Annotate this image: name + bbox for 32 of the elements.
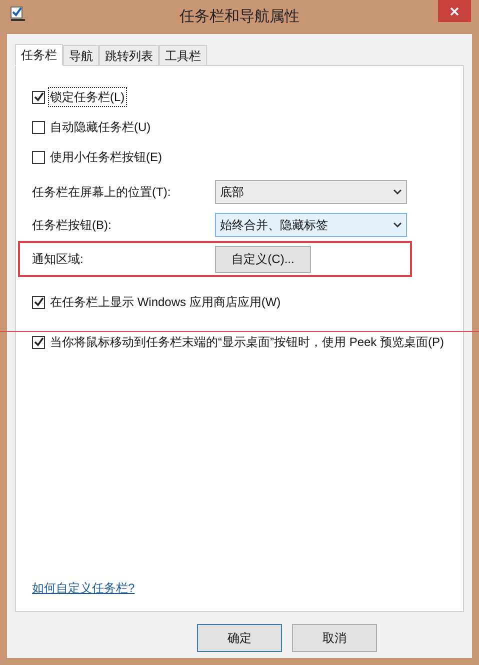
checkbox[interactable] — [32, 90, 45, 104]
field-label: 任务栏在屏幕上的位置(T): — [32, 184, 172, 200]
customize-button[interactable]: 自定义(C)... — [215, 246, 311, 272]
tab[interactable]: 工具栏 — [159, 45, 207, 65]
checkbox-label[interactable]: 当你将鼠标移动到任务栏末端的“显示桌面”按钮时，使用 Peek 预览桌面(P) — [48, 332, 446, 352]
checkbox[interactable] — [32, 336, 45, 348]
check-icon — [34, 297, 44, 307]
tab[interactable]: 任务栏 — [15, 44, 63, 66]
chevron-down-icon — [393, 188, 402, 194]
window-title: 任务栏和导航属性 — [180, 6, 300, 27]
field-label: 通知区域: — [32, 251, 84, 268]
checkbox-label[interactable]: 在任务栏上显示 Windows 应用商店应用(W) — [48, 292, 283, 312]
dialog-button[interactable]: 取消 — [292, 624, 377, 652]
checkbox-label[interactable]: 锁定任务栏(L) — [48, 87, 127, 107]
dialog-button[interactable]: 确定 — [197, 624, 282, 652]
close-button[interactable] — [438, 0, 471, 22]
tab[interactable]: 跳转列表 — [99, 45, 159, 65]
checkbox[interactable] — [32, 150, 45, 164]
chevron-down-icon — [393, 222, 402, 228]
tab[interactable]: 导航 — [63, 45, 99, 65]
dropdown[interactable]: 始终合并、隐藏标签 — [215, 212, 407, 236]
checkbox[interactable] — [32, 296, 45, 308]
help-link[interactable]: 如何自定义任务栏? — [32, 579, 135, 597]
field-label: 任务栏按钮(B): — [32, 216, 112, 234]
checkbox-label[interactable]: 使用小任务栏按钮(E) — [48, 147, 164, 167]
checkbox-app-icon — [10, 6, 26, 22]
check-icon — [34, 337, 44, 347]
checkbox-label[interactable]: 自动隐藏任务栏(U) — [48, 117, 153, 137]
checkbox[interactable] — [32, 120, 45, 134]
check-icon — [34, 92, 44, 102]
close-icon — [450, 6, 459, 16]
dropdown[interactable]: 底部 — [215, 180, 407, 204]
